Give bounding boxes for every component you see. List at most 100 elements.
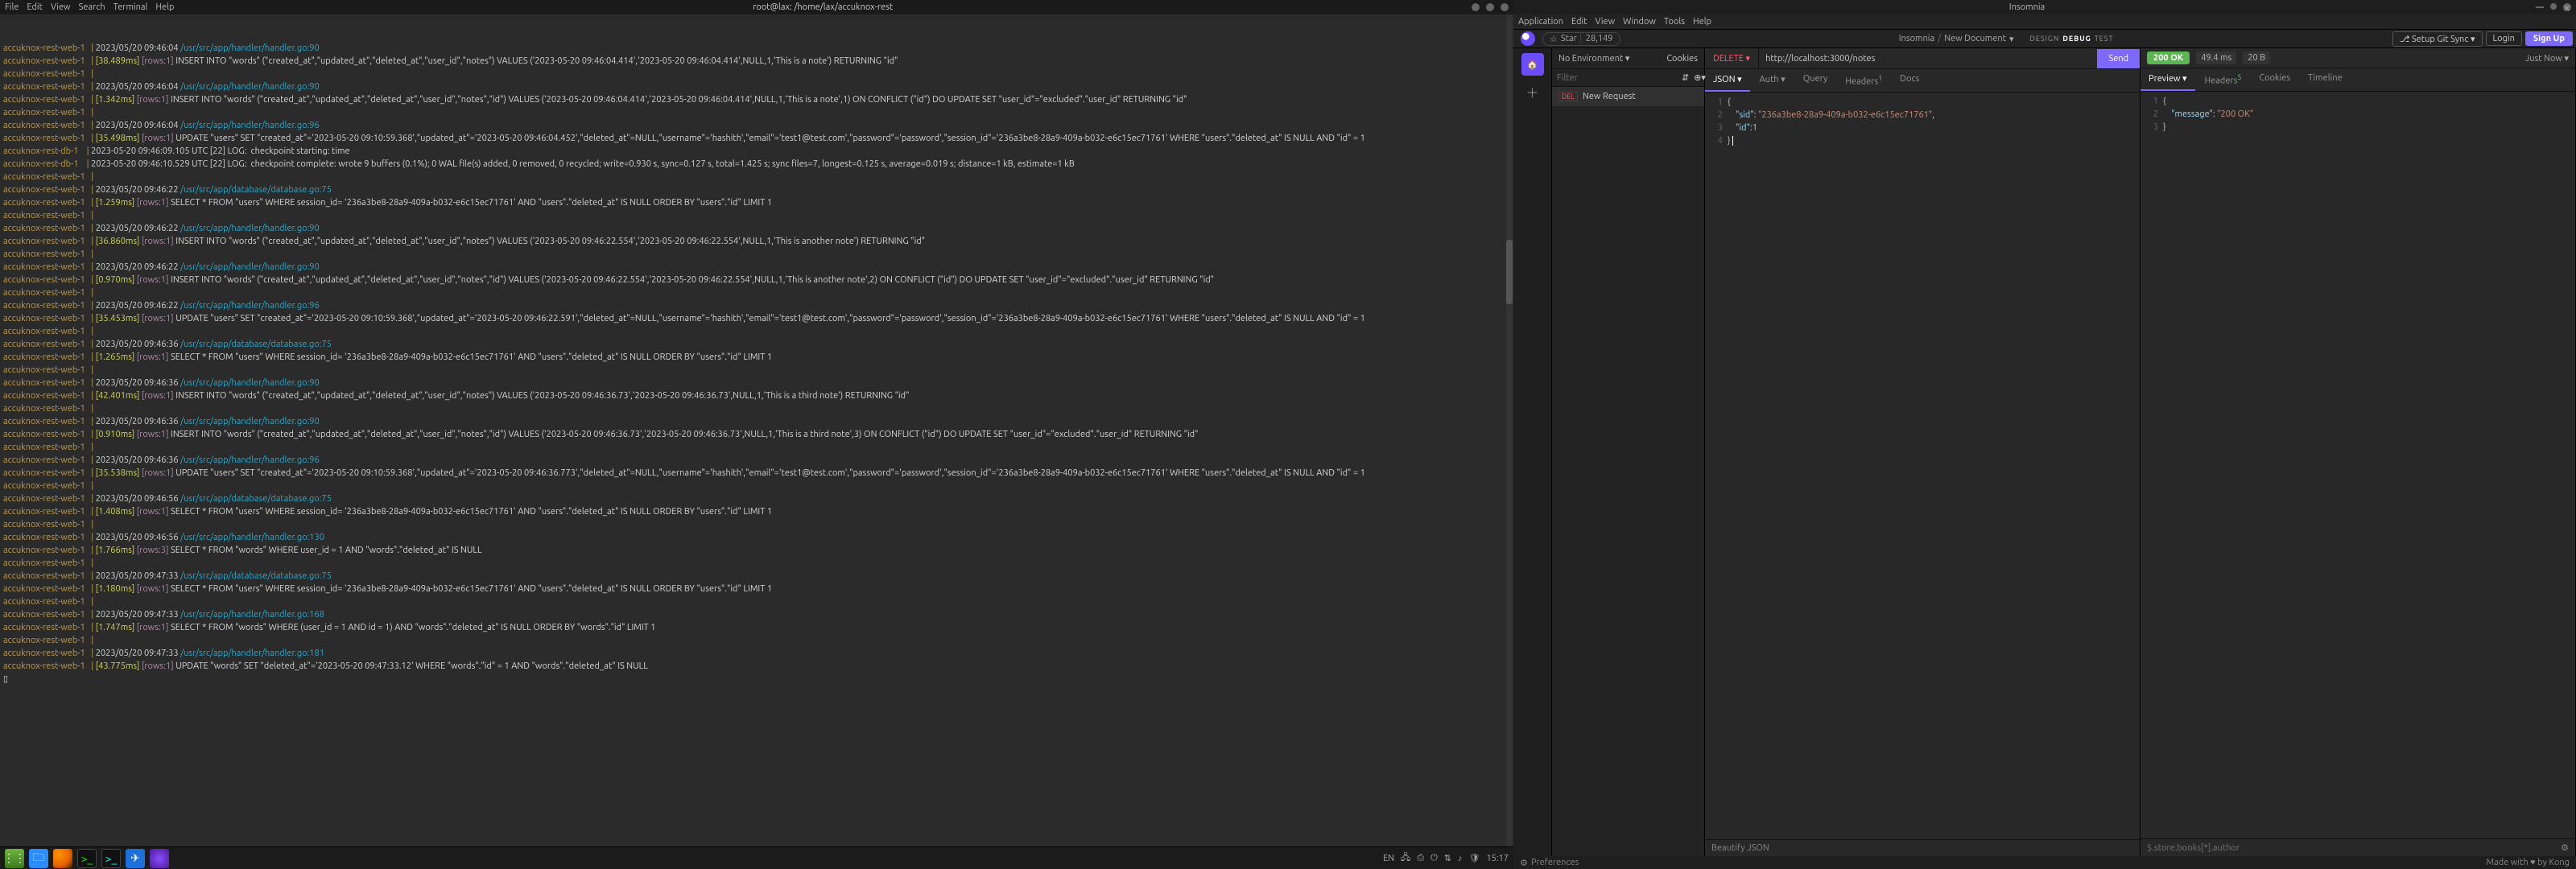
response-menu-icon[interactable]: ⚙	[2561, 842, 2569, 853]
menu-terminal[interactable]: Terminal	[114, 2, 148, 12]
terminal-scrollbar[interactable]	[1506, 14, 1513, 846]
taskbar: ⋮⋮ 🗀 >_ >_ ✈ EN 🖧 ⎙ ⏻ ⇅ ♪ 🛡 15:17	[0, 846, 1513, 869]
chevron-icon: /	[1938, 34, 1941, 43]
insomnia-statusbar: ⚙ Preferences Made with ♥ by Kong	[1513, 856, 2576, 869]
maximize-icon[interactable]	[2550, 3, 2557, 10]
git-sync-button[interactable]: ⎇ Setup Git Sync ▾	[2392, 31, 2483, 47]
mode-design[interactable]: DESIGN	[2029, 35, 2059, 43]
tab-res-headers[interactable]: Headers5	[2197, 68, 2250, 91]
mint-menu-icon[interactable]: ⋮⋮	[5, 849, 24, 868]
signup-button[interactable]: Sign Up	[2525, 31, 2573, 46]
response-body[interactable]: 1{2 "message": "200 OK"3}	[2140, 92, 2575, 838]
tab-cookies[interactable]: Cookies	[2251, 68, 2298, 91]
mode-debug[interactable]: DEBUG	[2062, 35, 2091, 43]
menu-application[interactable]: Application	[1518, 17, 1563, 27]
terminal-title: root@lax: /home/lax/accuknox-rest	[174, 2, 1472, 12]
login-button[interactable]: Login	[2486, 31, 2522, 46]
home-icon[interactable]: 🏠	[1521, 53, 1544, 76]
response-time: 49.4 ms	[2196, 51, 2236, 64]
request-pane: DELETE ▾ Send JSON ▾ Auth ▾ Query Header…	[1705, 48, 2140, 856]
tray-icon[interactable]: ♪	[1458, 854, 1463, 863]
close-icon[interactable]	[1501, 3, 1509, 11]
status-badge: 200 OK	[2147, 51, 2190, 64]
chevron-down-icon: ▾	[1737, 75, 1742, 84]
add-project-icon[interactable]: ＋	[1525, 82, 1538, 101]
tray-icon[interactable]: ⏻	[1430, 853, 1438, 863]
breadcrumb[interactable]: Insomnia / New Document ▾	[1899, 34, 2014, 44]
telegram-icon[interactable]: ✈	[126, 849, 145, 868]
menu-file[interactable]: File	[5, 2, 19, 12]
maximize-icon[interactable]	[1486, 3, 1494, 11]
tab-preview[interactable]: Preview ▾	[2140, 68, 2195, 91]
tab-headers[interactable]: Headers1	[1837, 69, 1890, 92]
menu-edit[interactable]: Edit	[1571, 17, 1587, 27]
chevron-down-icon: ▾	[1781, 75, 1785, 84]
files-icon[interactable]: 🗀	[29, 849, 48, 868]
tray-icon[interactable]: 🖧	[1401, 850, 1410, 866]
menu-view[interactable]: View	[1596, 17, 1616, 27]
tab-json[interactable]: JSON ▾	[1705, 69, 1750, 92]
tray-icon[interactable]: ⇅	[1444, 853, 1451, 863]
add-request-icon[interactable]: ⊕▾	[1694, 72, 1706, 83]
chevron-down-icon: ▾	[1625, 54, 1630, 64]
gear-icon[interactable]: ⚙	[1520, 858, 1528, 868]
beautify-button[interactable]: Beautify JSON	[1711, 843, 1769, 853]
insomnia-menubar: Application Edit View Window Tools Help	[1513, 14, 2576, 29]
url-bar: DELETE ▾ Send	[1705, 48, 2140, 69]
terminal-output[interactable]: accuknox-rest-web-1 | 2023/05/20 09:46:0…	[0, 14, 1513, 846]
request-item[interactable]: DEL New Request	[1552, 87, 1704, 106]
tab-timeline[interactable]: Timeline	[2300, 68, 2351, 91]
terminal-titlebar: File Edit View Search Terminal Help root@lax:…	[0, 0, 1513, 14]
send-button[interactable]: Send	[2097, 49, 2140, 68]
close-icon[interactable]: ✕	[2563, 3, 2571, 11]
menu-help[interactable]: Help	[1693, 17, 1711, 27]
chevron-down-icon[interactable]: ▾	[2009, 34, 2014, 44]
terminal-menubar: File Edit View Search Terminal Help	[5, 2, 174, 12]
filter-input[interactable]	[1557, 73, 1677, 83]
tab-query[interactable]: Query	[1795, 69, 1836, 92]
url-input[interactable]	[1759, 49, 2097, 68]
chevron-down-icon[interactable]: ▾	[2471, 35, 2475, 44]
method-select[interactable]: DELETE ▾	[1705, 48, 1759, 68]
menu-window[interactable]: Window	[1623, 17, 1656, 27]
github-star[interactable]: ☆ Star 28,149	[1542, 32, 1620, 46]
lang-indicator[interactable]: EN	[1383, 854, 1394, 863]
made-with: Made with ♥ by Kong	[2487, 858, 2570, 867]
request-body-editor[interactable]: 1{2 "sid": "236a3be8-28a9-409a-b032-e6c1…	[1705, 93, 2140, 839]
response-history[interactable]: Just Now ▾	[2525, 53, 2569, 64]
menu-help[interactable]: Help	[155, 2, 174, 12]
window-controls[interactable]: ✕	[2536, 3, 2571, 11]
menu-edit[interactable]: Edit	[27, 2, 43, 12]
window-controls[interactable]	[1472, 3, 1509, 11]
environment-selector[interactable]: No Environment ▾	[1558, 53, 1629, 64]
scrollbar-thumb[interactable]	[1506, 240, 1513, 304]
jsonpath-input[interactable]	[2147, 843, 2442, 853]
terminal2-icon[interactable]: >_	[101, 849, 121, 868]
mode-test[interactable]: TEST	[2095, 35, 2114, 43]
terminal-window: File Edit View Search Terminal Help root@lax:…	[0, 0, 1513, 869]
menu-tools[interactable]: Tools	[1664, 17, 1685, 27]
tab-docs[interactable]: Docs	[1892, 69, 1927, 92]
clock[interactable]: 15:17	[1486, 854, 1509, 863]
tab-auth[interactable]: Auth ▾	[1752, 69, 1794, 92]
minimize-icon[interactable]	[1472, 3, 1480, 11]
menu-view[interactable]: View	[51, 2, 71, 12]
tray-icon[interactable]: ⎙	[1417, 853, 1424, 863]
tray-icon[interactable]: 🛡	[1469, 853, 1480, 863]
request-tabs: JSON ▾ Auth ▾ Query Headers1 Docs	[1705, 69, 2140, 93]
insomnia-window: Insomnia ✕ ApplicationEditViewWindowTool…	[1513, 0, 2576, 869]
insomnia-rail: 🏠 ＋	[1513, 48, 1552, 856]
cookies-link[interactable]: Cookies	[1666, 54, 1698, 64]
terminal-icon[interactable]: >_	[77, 849, 97, 868]
menu-search[interactable]: Search	[79, 2, 105, 12]
chevron-down-icon: ▾	[2564, 54, 2569, 64]
chevron-down-icon: ▾	[1746, 54, 1751, 64]
sort-icon[interactable]: ⇵	[1682, 72, 1689, 83]
preferences-link[interactable]: Preferences	[1531, 858, 1579, 867]
firefox-icon[interactable]	[53, 849, 72, 868]
request-name: New Request	[1583, 92, 1636, 101]
insomnia-taskbar-icon[interactable]	[150, 849, 169, 868]
minimize-icon[interactable]	[2536, 6, 2544, 8]
system-tray[interactable]: EN 🖧 ⎙ ⏻ ⇅ ♪ 🛡 15:17	[1383, 850, 1509, 866]
branch-icon: ⎇	[2400, 35, 2410, 44]
